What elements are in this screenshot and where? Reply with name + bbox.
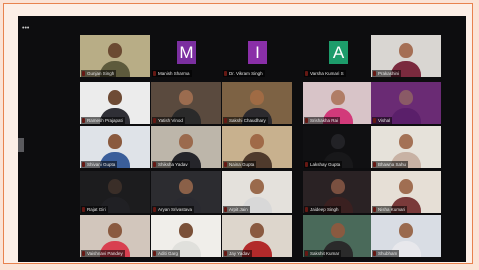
participant-tile[interactable]: Shiksha Yadav [151, 126, 221, 168]
participant-face [331, 179, 345, 194]
participant-face [108, 223, 122, 238]
participant-face [250, 90, 264, 105]
participant-face [331, 90, 345, 105]
participant-name: Nisha Kumari [372, 206, 408, 213]
participant-name: Jay Yadav [223, 250, 252, 257]
participant-tile[interactable]: Shivani Gupta [80, 126, 150, 168]
participant-face [399, 43, 413, 58]
participant-tile[interactable]: Sakshi Chaudhary [222, 82, 292, 124]
participant-face [250, 134, 264, 149]
participant-name: Prakashini [372, 70, 402, 77]
participant-avatar: M [177, 41, 196, 64]
participant-face [399, 179, 413, 194]
participant-name: Manish Sharma [152, 70, 192, 77]
participant-name: Sakshi Chaudhary [223, 117, 268, 124]
page-frame: ••• Gunjan Singh M Manish Sharma I Dr. Vikra… [3, 3, 473, 264]
participant-tile[interactable]: I Dr. Vikram Singh [222, 35, 292, 77]
participant-name: Varsha Kumari S [304, 70, 346, 77]
participant-face [250, 179, 264, 194]
participant-avatar: I [248, 41, 267, 64]
participant-name: Aditi Garg [152, 250, 181, 257]
participant-face [179, 134, 193, 149]
participant-tile[interactable]: Nisha Kumari [371, 171, 441, 213]
participant-tile[interactable]: Srishakha Rai [303, 82, 373, 124]
participant-face [399, 90, 413, 105]
participant-avatar: A [329, 41, 348, 64]
participant-face [250, 223, 264, 238]
participant-tile[interactable]: Rajat Giri [80, 171, 150, 213]
participant-name: Yatish Vinod [152, 117, 185, 124]
participant-tile[interactable]: Naina Gupta [222, 126, 292, 168]
participant-tile[interactable]: Aditi Garg [151, 215, 221, 257]
prev-page-arrow-icon[interactable] [18, 138, 24, 152]
participant-name: Ramesh Prajapati [81, 117, 125, 124]
participant-face [331, 134, 345, 149]
participant-face [108, 90, 122, 105]
participant-tile[interactable]: Yatish Vinod [151, 82, 221, 124]
participant-name: Shivani Gupta [81, 161, 118, 168]
participant-name: Dr. Vikram Singh [223, 70, 265, 77]
participant-tile[interactable]: Sakshit Kumar [303, 215, 373, 257]
participant-tile[interactable]: M Manish Sharma [151, 35, 221, 77]
participant-name: Arpit Jain [223, 206, 250, 213]
participant-tile[interactable]: Prakashini [371, 35, 441, 77]
participant-tile[interactable]: Vaishnavi Pandey [80, 215, 150, 257]
participant-name: Bhawna Sahu [372, 161, 409, 168]
participant-face [179, 223, 193, 238]
participant-name: Naina Gupta [223, 161, 257, 168]
participant-tile[interactable]: Aryan Srivastava [151, 171, 221, 213]
top-toolbar: ••• [22, 17, 62, 32]
participant-name: Gunjan Singh [81, 70, 117, 77]
participant-face [399, 223, 413, 238]
participant-name: Lakshay Gupta [304, 161, 343, 168]
participant-name: Sakshit Kumar [304, 250, 342, 257]
participant-face [179, 179, 193, 194]
participant-name: Srishakha Rai [304, 117, 341, 124]
participant-name: Aryan Srivastava [152, 206, 195, 213]
meeting-gallery: ••• Gunjan Singh M Manish Sharma I Dr. Vikra… [18, 16, 466, 262]
participant-tile[interactable]: Shubham [371, 215, 441, 257]
participant-face [331, 223, 345, 238]
participant-tile[interactable]: Jay Yadav [222, 215, 292, 257]
participant-face [108, 179, 122, 194]
participant-face [108, 43, 122, 58]
participant-tile[interactable]: Bhawna Sahu [371, 126, 441, 168]
participant-name: Vishal [372, 117, 393, 124]
participant-face [108, 134, 122, 149]
participant-tile[interactable]: A Varsha Kumari S [303, 35, 373, 77]
participant-name: Vaishnavi Pandey [81, 250, 125, 257]
participant-tile[interactable]: Vishal [371, 82, 441, 124]
participant-face [399, 134, 413, 149]
participant-tile[interactable]: Arpit Jain [222, 171, 292, 213]
participant-name: Jaideep Singh [304, 206, 341, 213]
participant-tile[interactable]: Jaideep Singh [303, 171, 373, 213]
participant-name: Shiksha Yadav [152, 161, 190, 168]
participant-tile[interactable]: Gunjan Singh [80, 35, 150, 77]
participant-name: Shubham [372, 250, 400, 257]
participant-face [179, 90, 193, 105]
participant-name: Rajat Giri [81, 206, 108, 213]
participant-tile[interactable]: Ramesh Prajapati [80, 82, 150, 124]
participant-tile[interactable]: Lakshay Gupta [303, 126, 373, 168]
toolbar-dots: ••• [22, 25, 30, 32]
